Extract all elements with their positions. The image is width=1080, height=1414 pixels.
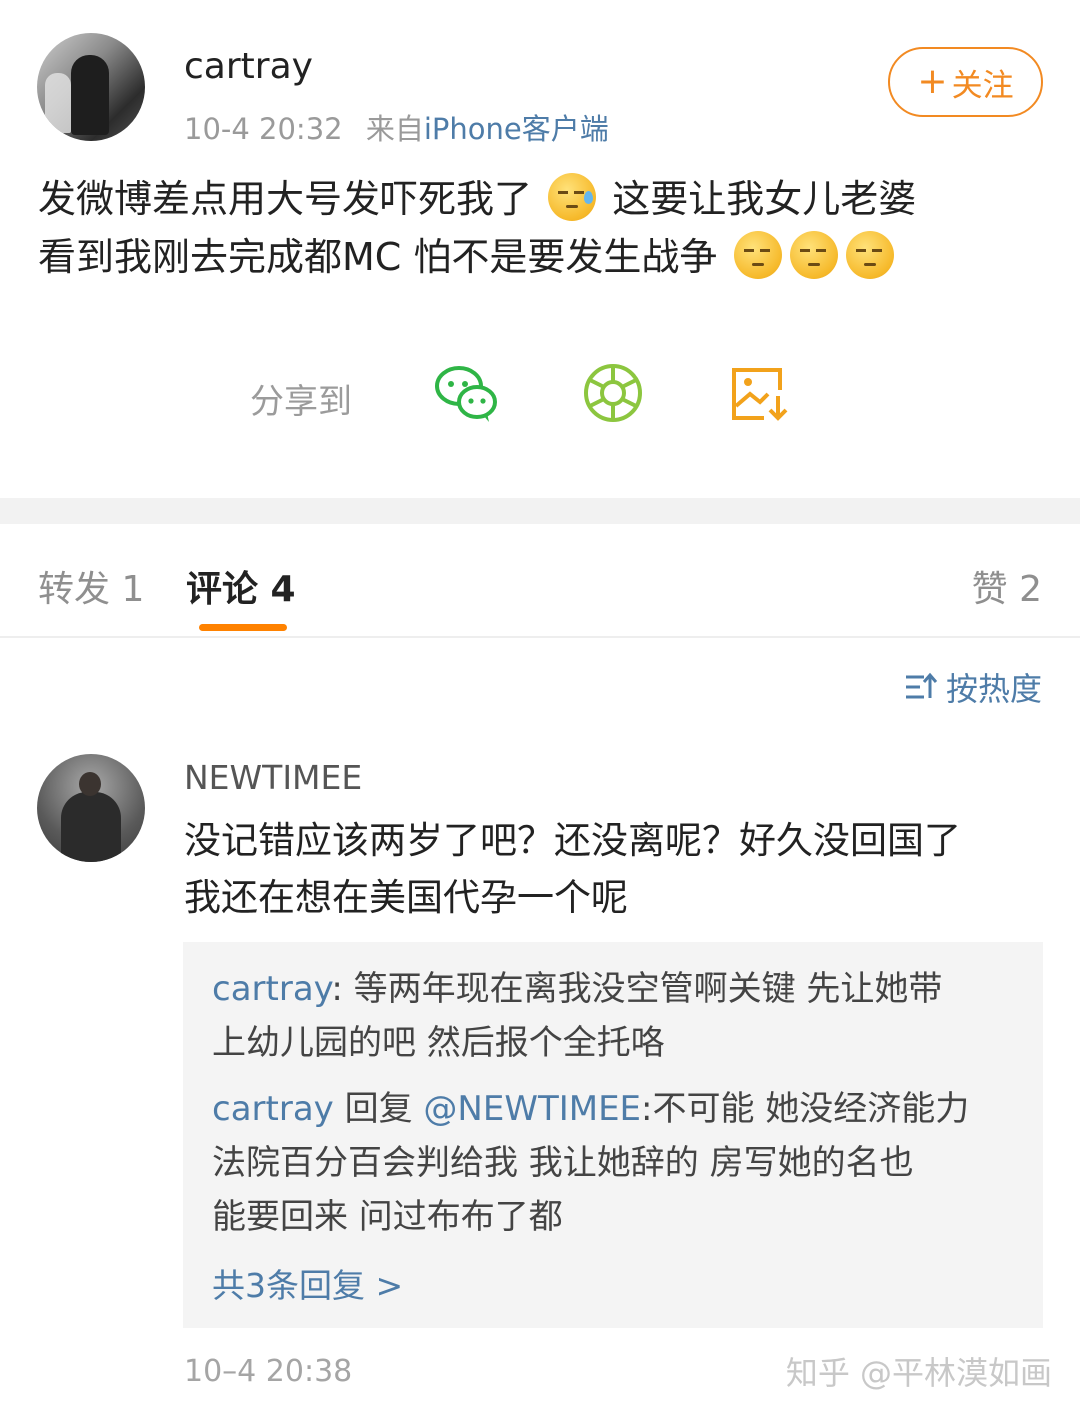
awkward-emoji-icon [733,231,782,279]
sort-by-hot-button[interactable]: 按热度 [904,664,1042,710]
view-all-replies-link[interactable]: 共3条回复 > [212,1259,403,1307]
reply-text: 法院百分百会判给我 我让她辞的 房写她的名也 [212,1143,914,1183]
reply-word: 回复 [333,1089,424,1129]
active-tab-indicator [199,624,287,631]
share-bar: 分享到 [250,360,850,430]
follow-label: 关注 [951,67,1014,104]
sweat-emoji-icon [548,173,597,221]
watermark: 知乎 @平林漠如画 [785,1354,1052,1392]
moments-icon[interactable] [580,360,646,426]
tab-comments[interactable]: 评论 4 [186,560,296,612]
reply-item: cartray: 等两年现在离我没空管啊关键 先让她带 上幼儿园的吧 然后报个全… [212,962,1012,1070]
reply-text: 能要回来 问过布布了都 [212,1197,563,1237]
post-source-prefix: 来自 [365,112,424,146]
commenter-name[interactable]: NEWTIMEE [184,758,362,797]
tab-reposts[interactable]: 转发 1 [38,560,144,612]
plus-icon: + [917,61,948,102]
sort-icon [905,672,938,699]
post-meta: 10-4 20:32 来自iPhone客户端 [184,106,609,148]
post-text-segment: 看到我刚去完成都MC 怕不是要发生战争 [38,235,718,279]
reply-text: 等两年现在离我没空管啊关键 先让她带 [353,969,943,1009]
post-text-segment: 这要让我女儿老婆 [612,177,917,221]
reply-mention[interactable]: @NEWTIMEE [423,1089,641,1129]
post-time: 10-4 20:32 [184,112,343,146]
reply-item: cartray 回复 @NEWTIMEE:不可能 她没经济能力 法院百分百会判给… [212,1082,1012,1244]
section-divider [0,498,1080,524]
comment-text-line: 我还在想在美国代孕一个呢 [184,876,628,919]
comment-text-line: 没记错应该两岁了吧？还没离呢？好久没回国了 [184,819,961,862]
wechat-icon[interactable] [433,360,499,426]
post-author-avatar[interactable] [37,33,145,141]
weibo-post: cartray 10-4 20:32 来自iPhone客户端 + 关注 发微博差… [0,0,1080,498]
reply-text: :不可能 她没经济能力 [641,1089,970,1129]
tab-likes[interactable]: 赞 2 [972,560,1042,612]
save-image-icon[interactable] [728,360,794,426]
commenter-avatar[interactable] [37,754,145,862]
share-label: 分享到 [250,382,352,422]
reply-author[interactable]: cartray [212,1089,334,1129]
post-text: 发微博差点用大号发吓死我了 这要让我女儿老婆 看到我刚去完成都MC 怕不是要发生… [38,170,1048,286]
reply-thread[interactable]: cartray: 等两年现在离我没空管啊关键 先让她带 上幼儿园的吧 然后报个全… [183,942,1043,1328]
interaction-tabs: 转发 1 评论 4 赞 2 [0,524,1080,638]
comment-text: 没记错应该两岁了吧？还没离呢？好久没回国了 我还在想在美国代孕一个呢 [184,812,1044,926]
reply-author[interactable]: cartray [212,969,331,1009]
awkward-emoji-icon [789,231,838,279]
reply-separator: : [331,969,354,1009]
post-source[interactable]: iPhone客户端 [424,112,609,146]
post-text-segment: 发微博差点用大号发吓死我了 [38,177,533,221]
sort-label: 按热度 [945,670,1042,708]
reply-text: 上幼儿园的吧 然后报个全托咯 [212,1023,665,1063]
follow-button[interactable]: + 关注 [888,47,1043,117]
awkward-emoji-icon [845,231,894,279]
post-author-name[interactable]: cartray [184,46,313,87]
comment-time: 10–4 20:38 [184,1354,353,1389]
